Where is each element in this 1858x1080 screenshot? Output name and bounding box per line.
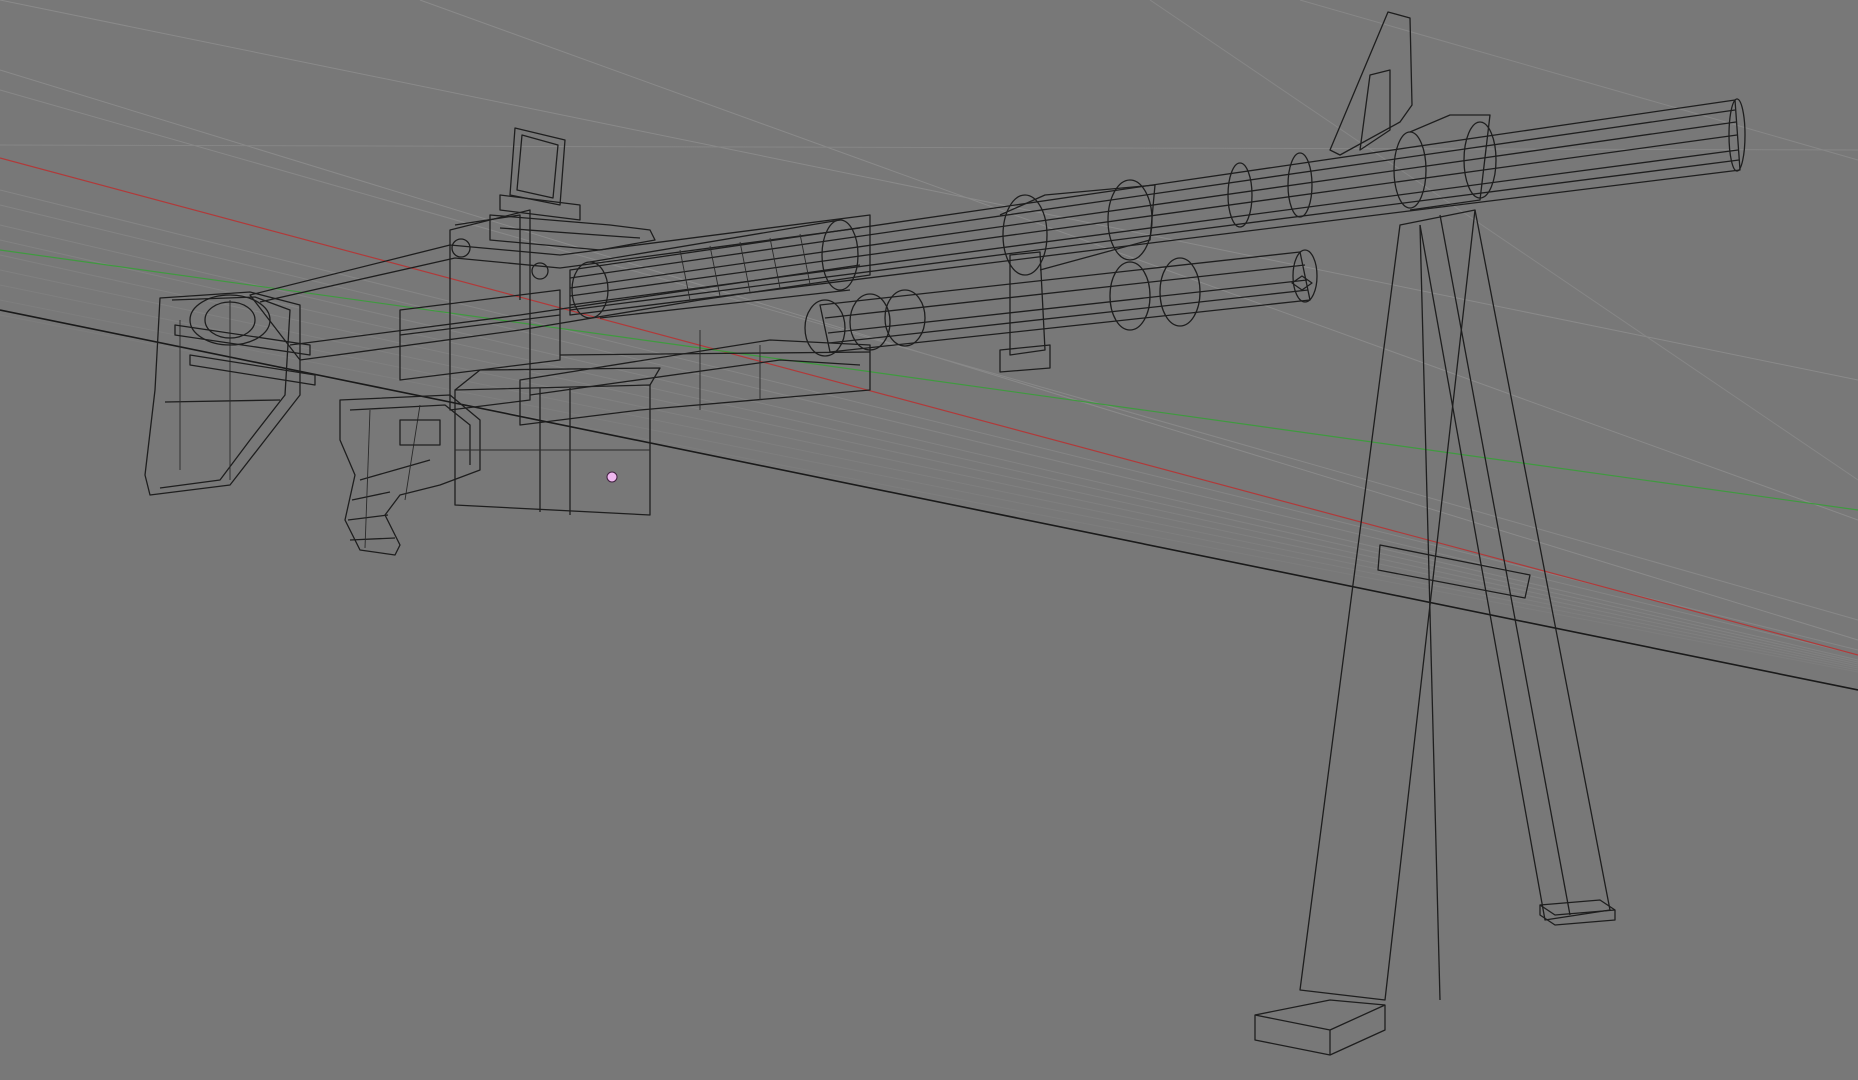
y-axis-line: [0, 249, 1858, 511]
viewport-canvas[interactable]: [0, 0, 1858, 1080]
origin-marker[interactable]: [606, 471, 618, 483]
x-axis-line: [0, 157, 1858, 656]
tube-mesh[interactable]: [804, 249, 1318, 373]
3d-viewport[interactable]: [0, 0, 1858, 1080]
bipod-mesh[interactable]: [1254, 11, 1616, 1056]
perspective-grid: [0, 0, 1858, 673]
horizon-line: [0, 309, 1858, 691]
grip-mesh[interactable]: [339, 394, 481, 556]
stock-mesh[interactable]: [144, 291, 316, 496]
barrel-mesh[interactable]: [569, 98, 1746, 319]
rifle-mesh[interactable]: [144, 11, 1746, 1056]
box-mesh[interactable]: [454, 367, 661, 516]
